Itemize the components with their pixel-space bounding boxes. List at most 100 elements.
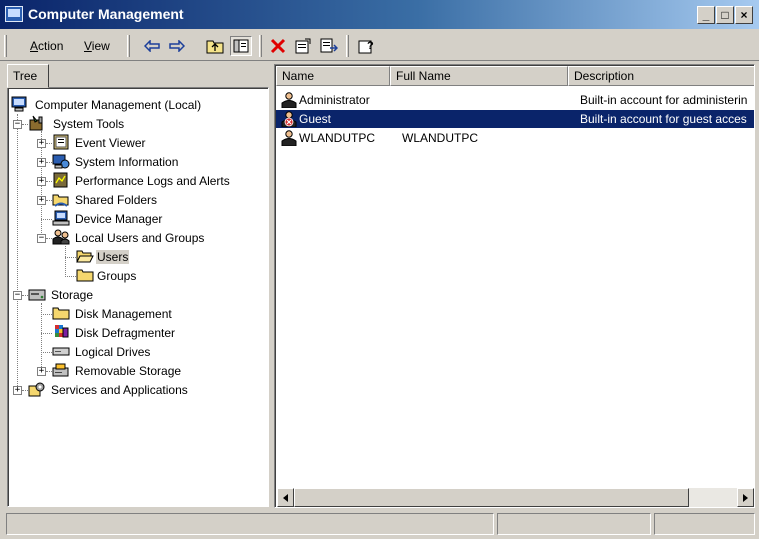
event-viewer-icon bbox=[53, 134, 69, 150]
delete-button[interactable] bbox=[267, 36, 289, 56]
user-icon bbox=[281, 92, 297, 108]
tree-item-storage[interactable]: Storage bbox=[28, 286, 228, 304]
delete-icon bbox=[270, 38, 286, 54]
tree-item-root[interactable]: Computer Management (Local) bbox=[10, 96, 265, 114]
tree-connector bbox=[41, 333, 52, 334]
minimize-button[interactable]: _ bbox=[697, 6, 715, 24]
scroll-right-button[interactable] bbox=[737, 488, 754, 507]
expand-event-viewer[interactable]: + bbox=[37, 139, 46, 148]
back-button[interactable] bbox=[141, 36, 163, 56]
tree-connector bbox=[65, 246, 66, 275]
show-hide-tree-button[interactable] bbox=[230, 36, 252, 56]
maximize-button[interactable]: □ bbox=[716, 6, 734, 24]
toolbar-grip-2[interactable] bbox=[127, 35, 130, 57]
expand-removable-storage[interactable]: + bbox=[37, 367, 46, 376]
folder-icon bbox=[52, 307, 70, 320]
tree-pane[interactable]: Computer Management (Local) − System Too… bbox=[7, 87, 269, 507]
tree-item-services-applications[interactable]: Services and Applications bbox=[28, 381, 248, 399]
tree-label-system-information: System Information bbox=[75, 155, 179, 169]
tree-label-disk-defragmenter: Disk Defragmenter bbox=[75, 326, 176, 340]
collapse-storage[interactable]: − bbox=[13, 291, 22, 300]
tree-item-logical-drives[interactable]: Logical Drives bbox=[52, 343, 252, 361]
expand-system-information[interactable]: + bbox=[37, 158, 46, 167]
tree-connector bbox=[17, 114, 18, 394]
tree-label-shared-folders: Shared Folders bbox=[75, 193, 158, 207]
folder-icon bbox=[76, 269, 94, 282]
tree-item-disk-defragmenter[interactable]: Disk Defragmenter bbox=[52, 324, 252, 342]
window-title: Computer Management bbox=[28, 6, 184, 22]
tree-item-groups[interactable]: Groups bbox=[76, 267, 156, 285]
list-row-guest[interactable]: Guest Built-in account for guest acces bbox=[276, 110, 754, 128]
up-one-level-icon bbox=[206, 40, 224, 54]
tree-item-local-users-groups[interactable]: Local Users and Groups bbox=[52, 229, 252, 247]
export-list-icon bbox=[320, 38, 338, 53]
tree-item-disk-management[interactable]: Disk Management bbox=[52, 305, 252, 323]
up-one-level-button[interactable] bbox=[204, 36, 226, 56]
tree-item-system-information[interactable]: System Information bbox=[52, 153, 252, 171]
properties-icon bbox=[295, 38, 311, 54]
column-header-name[interactable]: Name bbox=[276, 66, 390, 86]
right-arrow-icon bbox=[743, 493, 748, 502]
tree-label-root: Computer Management (Local) bbox=[35, 98, 202, 112]
tree-connector bbox=[65, 276, 76, 277]
forward-button[interactable] bbox=[166, 36, 188, 56]
tree-connector bbox=[65, 257, 76, 258]
tree-label-services-applications: Services and Applications bbox=[51, 383, 188, 397]
help-button[interactable]: ? bbox=[356, 36, 378, 56]
column-header-description[interactable]: Description bbox=[568, 66, 754, 86]
menu-view-hotkey: V bbox=[84, 39, 92, 53]
left-arrow-icon bbox=[283, 493, 288, 502]
status-panel-3 bbox=[654, 513, 755, 535]
status-panel-2 bbox=[497, 513, 651, 535]
tab-tree[interactable]: Tree bbox=[7, 64, 49, 88]
status-bar bbox=[0, 511, 759, 539]
cell-name: Administrator bbox=[299, 93, 370, 107]
menu-view-label: iew bbox=[91, 39, 110, 53]
tree-item-shared-folders[interactable]: Shared Folders bbox=[52, 191, 252, 209]
tree-item-device-manager[interactable]: Device Manager bbox=[52, 210, 252, 228]
tree-item-performance-logs[interactable]: Performance Logs and Alerts bbox=[52, 172, 262, 190]
cell-description: Built-in account for administerin bbox=[580, 93, 748, 107]
drive-icon bbox=[52, 347, 70, 356]
tree-item-system-tools[interactable]: System Tools bbox=[28, 115, 248, 133]
expand-services-applications[interactable]: + bbox=[13, 386, 22, 395]
properties-button[interactable] bbox=[292, 36, 314, 56]
list-row-wlandutpc[interactable]: WLANDUTPC WLANDUTPC bbox=[276, 129, 754, 147]
expand-performance-logs[interactable]: + bbox=[37, 177, 46, 186]
show-hide-tree-icon bbox=[233, 39, 249, 53]
menu-action[interactable]: Action bbox=[30, 39, 63, 53]
title-bar[interactable]: Computer Management _ □ × bbox=[0, 0, 759, 30]
horizontal-scrollbar[interactable] bbox=[277, 488, 754, 507]
tree-label-event-viewer: Event Viewer bbox=[75, 136, 146, 150]
help-icon: ? bbox=[358, 40, 374, 54]
list-pane[interactable]: Name Full Name Description Administrator… bbox=[274, 64, 755, 508]
svg-text:?: ? bbox=[367, 40, 374, 52]
menu-toolbar: Action View ? bbox=[0, 31, 759, 61]
menu-action-hotkey: A bbox=[30, 39, 39, 53]
tree-item-removable-storage[interactable]: Removable Storage bbox=[52, 362, 252, 380]
toolbar-grip[interactable] bbox=[4, 35, 7, 57]
forward-arrow-icon bbox=[169, 40, 185, 52]
back-arrow-icon bbox=[144, 40, 160, 52]
scroll-left-button[interactable] bbox=[277, 488, 294, 507]
menu-view[interactable]: View bbox=[84, 39, 110, 53]
expand-shared-folders[interactable]: + bbox=[37, 196, 46, 205]
system-tools-icon bbox=[29, 115, 43, 131]
users-group-icon bbox=[52, 229, 70, 245]
tree-label-removable-storage: Removable Storage bbox=[75, 364, 182, 378]
tree-label-disk-management: Disk Management bbox=[75, 307, 172, 321]
tab-tree-label: Tree bbox=[13, 69, 38, 83]
tree-connector bbox=[41, 219, 52, 220]
tree-item-event-viewer[interactable]: Event Viewer bbox=[52, 134, 252, 152]
collapse-local-users-groups[interactable]: − bbox=[37, 234, 46, 243]
close-button[interactable]: × bbox=[735, 6, 753, 24]
scroll-thumb[interactable] bbox=[294, 488, 689, 507]
collapse-system-tools[interactable]: − bbox=[13, 120, 22, 129]
tree-label-storage: Storage bbox=[51, 288, 94, 302]
tree-item-users[interactable]: Users bbox=[76, 248, 156, 266]
export-list-button[interactable] bbox=[318, 36, 340, 56]
cell-full-name: WLANDUTPC bbox=[402, 131, 479, 145]
list-row-administrator[interactable]: Administrator Built-in account for admin… bbox=[276, 91, 754, 109]
column-header-full-name[interactable]: Full Name bbox=[390, 66, 568, 86]
open-folder-icon bbox=[76, 250, 94, 263]
